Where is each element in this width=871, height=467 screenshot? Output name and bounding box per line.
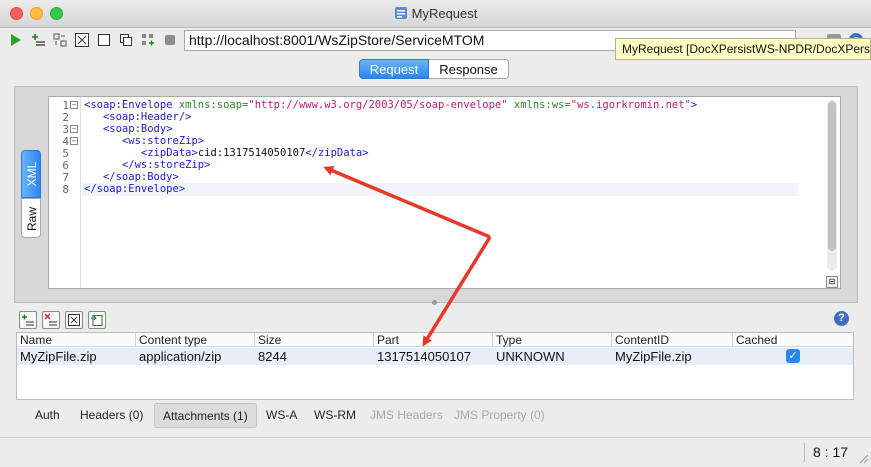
xml-code-line[interactable]: </soap:Body> (84, 171, 179, 183)
fold-toggle[interactable]: − (70, 101, 78, 109)
request-tooltip: MyRequest [DocXPersistWS-NPDR/DocXPersis… (615, 38, 871, 60)
tab-ws-a[interactable]: WS-A (258, 403, 305, 428)
cell-type[interactable]: UNKNOWN (496, 349, 565, 365)
line-number: 8 (62, 183, 69, 196)
tab-request[interactable]: Request (359, 59, 429, 79)
xml-code-line[interactable]: <soap:Envelope xmlns:soap="http://www.w3… (84, 99, 697, 111)
cell-content-type[interactable]: application/zip (139, 349, 221, 365)
editor-scroll-thumb[interactable] (828, 101, 836, 251)
tab-ws-rm[interactable]: WS-RM (306, 403, 364, 428)
column-header-size[interactable]: Size (255, 333, 374, 347)
ws-settings-icon[interactable] (140, 32, 156, 48)
fold-toggle[interactable]: − (70, 125, 78, 133)
add-assertion-icon[interactable] (30, 32, 46, 48)
format-xml-icon[interactable] (74, 32, 90, 48)
stop-request-icon[interactable] (162, 32, 178, 48)
copy-icon[interactable] (118, 32, 134, 48)
cell-content-id[interactable]: MyZipFile.zip (615, 349, 692, 365)
xml-code-line[interactable]: <zipData>cid:1317514050107</zipData> (84, 147, 369, 159)
run-request-icon[interactable] (8, 32, 24, 48)
export-attachment-icon[interactable] (88, 311, 106, 329)
tab-jms-headers: JMS Headers (370, 408, 443, 422)
title-bar: MyRequest (0, 0, 871, 28)
create-empty-request-icon[interactable] (52, 32, 68, 48)
current-line-highlight (82, 183, 798, 196)
cell-size[interactable]: 8244 (258, 349, 287, 365)
tab-auth[interactable]: Auth (27, 403, 68, 428)
cell-part[interactable]: 1317514050107 (377, 349, 471, 365)
column-header-type[interactable]: Type (493, 333, 612, 347)
column-header-content-id[interactable]: ContentID (612, 333, 733, 347)
editor-horizontal-scrollbar[interactable] (82, 275, 824, 285)
splitter-handle[interactable] (432, 300, 437, 305)
fold-toggle[interactable]: − (70, 137, 78, 145)
xml-code-line[interactable]: <ws:storeZip> (84, 135, 204, 147)
column-header-name[interactable]: Name (17, 333, 136, 347)
window-title: MyRequest (411, 6, 478, 21)
column-header-part[interactable]: Part (374, 333, 493, 347)
tab-response[interactable]: Response (429, 59, 509, 79)
xml-code-line[interactable]: </soap:Envelope> (84, 183, 185, 195)
tab-attachments[interactable]: Attachments (1) (154, 403, 257, 428)
remove-attachment-icon[interactable] (42, 311, 60, 329)
side-tab-xml-label: XML (25, 161, 39, 187)
cached-checkbox[interactable]: ✓ (786, 349, 800, 363)
attachments-help-icon[interactable]: ? (834, 311, 849, 326)
soap-request-icon (394, 7, 407, 19)
editor-corner-icon[interactable]: ⊟ (826, 276, 838, 288)
cell-name[interactable]: MyZipFile.zip (20, 349, 97, 365)
tab-headers[interactable]: Headers (0) (72, 403, 151, 428)
window-title-area: MyRequest (0, 6, 871, 21)
tab-jms-property: JMS Property (0) (454, 408, 545, 422)
xml-code-line[interactable]: <soap:Header/> (84, 111, 192, 123)
cursor-position: 8 : 17 (804, 443, 856, 462)
add-attachment-icon[interactable] (19, 311, 37, 329)
side-tab-raw-label: Raw (25, 207, 39, 232)
clone-request-icon[interactable] (96, 32, 112, 48)
xml-code-line[interactable]: </ws:storeZip> (84, 159, 211, 171)
resize-grip-icon[interactable] (857, 452, 869, 464)
side-tab-xml[interactable]: XML (21, 150, 41, 198)
status-bar (0, 437, 871, 467)
column-header-cached[interactable]: Cached (733, 333, 853, 347)
side-tab-raw[interactable]: Raw (21, 198, 41, 238)
soapui-request-window: MyRequest http://localhost:8001/WsZipSto… (0, 0, 871, 467)
xml-code-line[interactable]: <soap:Body> (84, 123, 173, 135)
column-header-content-type[interactable]: Content type (136, 333, 255, 347)
attachment-properties-icon[interactable] (65, 311, 83, 329)
